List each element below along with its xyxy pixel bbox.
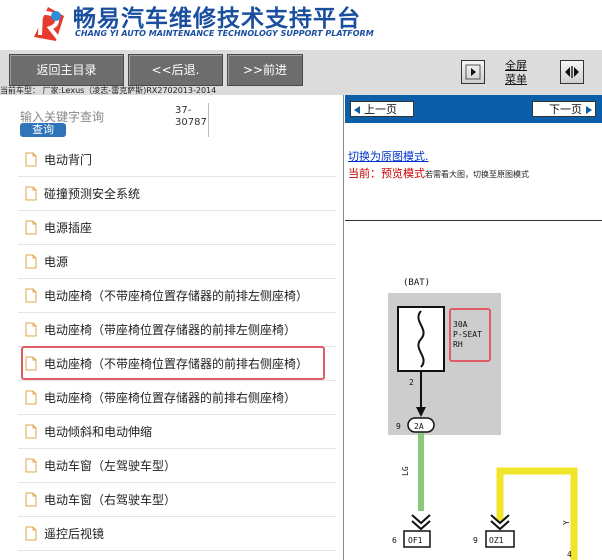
next-page-button[interactable]: 下一页 [532,101,596,117]
topic-list-item[interactable]: 电动座椅（不带座椅位置存储器的前排右侧座椅） [18,346,336,381]
current-mode-line: 当前：预览模式若需看大图，切换至原图模式 [348,165,529,181]
wiring-diagram: car (BAT) 30A P-SEAT RH 2 2A 9 LG Y OF1 … [388,278,578,560]
topic-label: 电源 [44,255,69,269]
document-icon [25,356,37,371]
pin-label: 9 [396,422,401,431]
connector-arrow-icon [411,514,431,531]
collapse-panel-button[interactable] [461,60,485,84]
document-icon [25,254,37,269]
topic-list-item[interactable]: 电动倾斜和电动伸缩 [18,415,336,449]
topic-list-item[interactable]: 遥控后视镜 [18,517,336,551]
mode-hint: 若需看大图，切换至原图模式 [425,170,529,179]
document-icon [25,322,37,337]
code-line-1: 37- [175,105,192,116]
prev-page-button[interactable]: 上一页 [350,101,414,117]
next-page-label: 下一页 [549,103,582,116]
query-button[interactable]: 查询 [20,123,66,137]
pager-bar: 上一页 下一页 [345,95,602,123]
topic-list-panel: 输入关键字查询 查询 37- 30787 电动背门 碰撞预测安全系统 电源插座 电源电… [0,95,344,560]
topic-label: 电动座椅（不带座椅位置存储器的前排左侧座椅） [44,289,309,303]
document-icon [25,492,37,507]
topic-list-item[interactable]: 电源插座 [18,211,336,245]
fuse-rating: 30A [453,320,468,329]
topic-label: 电源插座 [44,221,93,235]
fullscreen-menu-link[interactable]: 全屏 菜单 [505,59,527,87]
fullscreen-label-1: 全屏 [505,59,527,72]
connector-label: OZ1 [489,536,504,545]
app-header: 畅易汽车维修技术支持平台 CHANG YI AUTO MAINTENANCE T… [0,0,602,50]
topic-list-item[interactable]: 电动背门 [18,143,336,177]
switch-mode-link[interactable]: 切换为原图模式. [348,148,429,164]
topic-list-item[interactable]: 电动座椅（不带座椅位置存储器的前排左侧座椅） [18,279,336,313]
collapse-arrow-icon [465,64,481,80]
home-button[interactable]: 返回主目录 [9,54,124,86]
topic-label: 电动座椅（带座椅位置存储器的前排右侧座椅） [44,391,297,405]
topic-list-item[interactable]: 电动座椅（带座椅位置存储器的前排右侧座椅） [18,381,336,415]
fuse-side: RH [453,340,463,349]
page-subtitle: CHANG YI AUTO MAINTENANCE TECHNOLOGY SUP… [75,29,374,38]
connector-label: OF1 [408,536,423,545]
code-line-2: 30787 [175,117,207,128]
topic-label: 碰撞预测安全系统 [44,187,141,201]
left-arrow-icon [354,106,360,114]
topic-label: 电动座椅（不带座椅位置存储器的前排右侧座椅） [44,357,309,371]
fullscreen-label-2: 菜单 [505,73,527,86]
topic-list-item[interactable]: 电动车窗（右驾驶车型） [18,483,336,517]
prev-page-label: 上一页 [364,103,397,116]
fullscreen-button[interactable] [560,60,584,84]
topic-list-item[interactable]: 电源 [18,245,336,279]
topic-label: 电动背门 [44,153,93,167]
current-label: 当前： [348,167,381,180]
document-icon [25,288,37,303]
document-icon [25,152,37,167]
document-icon [25,390,37,405]
current-mode: 预览模式 [381,167,425,180]
topic-list-item[interactable]: 电动座椅（带座椅位置存储器的前排左侧座椅） [18,313,336,347]
forward-button[interactable]: >>前进 [227,54,303,86]
diagram-viewer: 上一页 下一页 切换为原图模式. 当前：预览模式若需看大图，切换至原图模式 ca… [345,95,602,560]
topic-list-item[interactable]: 碰撞预测安全系统 [18,177,336,211]
expand-arrows-icon [565,66,579,78]
wire-label: LG [401,466,410,476]
pin-label: 6 [392,536,397,545]
wire-label: Y [562,520,571,525]
brand-logo-icon [34,7,64,41]
document-icon [25,220,37,235]
document-icon [25,458,37,473]
topic-label: 电动车窗（右驾驶车型） [44,493,177,507]
topic-label: 电动倾斜和电动伸缩 [44,425,153,439]
back-button[interactable]: <<后退. [128,54,223,86]
topic-label: 电动车窗（左驾驶车型） [44,459,177,473]
topic-label: 遥控后视镜 [44,527,105,541]
pin-label: 4 [567,550,572,559]
topic-list: 电动背门碰撞预测安全系统 电源插座电源电动座椅（不带座椅位置存储器的前排左侧座椅）… [18,143,336,551]
bat-label: (BAT) [403,278,430,288]
topic-list-item[interactable]: 电动车窗（左驾驶车型） [18,449,336,483]
pin-label: 9 [473,536,478,545]
document-icon [25,526,37,541]
pin-label: 2 [409,378,414,387]
right-arrow-icon [586,106,592,114]
connector-label: 2A [414,422,424,431]
topic-label: 电动座椅（带座椅位置存储器的前排左侧座椅） [44,323,297,337]
document-icon [25,186,37,201]
fuse-name: P-SEAT [453,330,482,339]
document-code: 37- 30787 [175,105,207,129]
divider [208,103,209,137]
document-icon [25,424,37,439]
